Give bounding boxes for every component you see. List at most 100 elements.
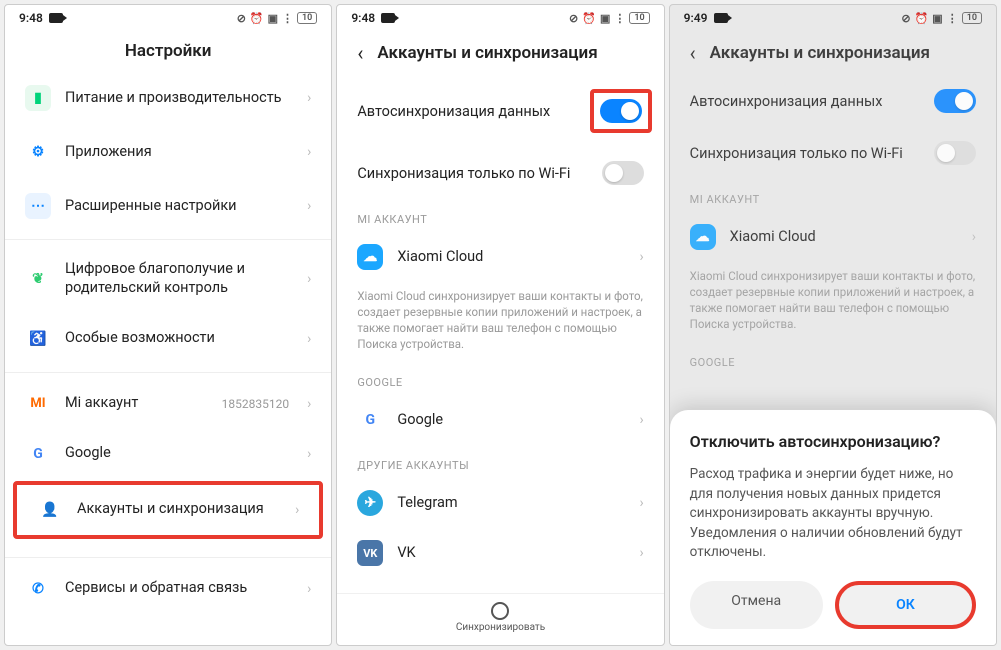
google-icon: G — [357, 407, 383, 433]
page-title: Настройки — [125, 41, 212, 61]
item-label: Особые возможности — [65, 329, 293, 348]
wifi-only-toggle-row: Синхронизация только по Wi-Fi — [670, 127, 996, 179]
status-bar: 9:48 ⊘ ⏰ ▣ ⋮ 10 — [5, 5, 331, 27]
status-time: 9:48 — [351, 11, 375, 25]
settings-list: ▮ Питание и производительность › ⚙ Прило… — [5, 71, 331, 645]
status-bar: 9:49 ⊘ ⏰ ▣ ⋮ 10 — [670, 5, 996, 27]
item-label: Telegram — [397, 494, 625, 513]
settings-item-accessibility[interactable]: ♿ Особые возможности › — [5, 312, 331, 366]
telegram-icon: ✈ — [357, 490, 383, 516]
status-time: 9:49 — [684, 11, 708, 25]
chevron-right-icon: › — [639, 545, 643, 561]
chevron-right-icon: › — [639, 412, 643, 428]
section-header-google: GOOGLE — [337, 362, 663, 395]
cloud-description: Xiaomi Cloud синхронизирует ваши контакт… — [670, 262, 996, 342]
header: ‹ Аккаунты и синхронизация — [670, 27, 996, 75]
wifi-only-toggle-row[interactable]: Синхронизация только по Wi-Fi — [337, 147, 663, 199]
sync-content: Автосинхронизация данных Синхронизация т… — [337, 75, 663, 593]
autosync-toggle — [934, 89, 976, 113]
settings-item-mi-account[interactable]: MI Mi аккаунт 1852835120 › — [5, 379, 331, 429]
chevron-right-icon: › — [295, 502, 299, 518]
section-header-other: ДРУГИЕ АККАУНТЫ — [337, 445, 663, 478]
divider — [5, 239, 331, 240]
modal-body: Расход трафика и энергии будет ниже, но … — [690, 465, 976, 563]
settings-item-feedback[interactable]: ✆ Сервисы и обратная связь › — [5, 564, 331, 614]
item-label: Сервисы и обратная связь — [65, 579, 293, 598]
battery-icon: ▮ — [25, 85, 51, 111]
status-time: 9:48 — [19, 11, 43, 25]
back-button[interactable]: ‹ — [357, 41, 363, 65]
video-icon — [381, 13, 395, 23]
settings-item-google[interactable]: G Google › — [5, 429, 331, 479]
mi-icon: MI — [25, 391, 51, 417]
ok-button[interactable]: ОК — [835, 581, 976, 629]
wifi-icon: ⋮ — [947, 12, 958, 25]
cast-icon: ▣ — [932, 12, 942, 25]
item-label: Xiaomi Cloud — [397, 248, 625, 267]
settings-item-wellbeing[interactable]: ❦ Цифровое благополучие и родительский к… — [5, 246, 331, 312]
cancel-button[interactable]: Отмена — [690, 581, 823, 629]
item-label: Google — [65, 444, 293, 463]
google-account-item[interactable]: G Google › — [337, 395, 663, 445]
wifi-icon: ⋮ — [614, 12, 625, 25]
chevron-right-icon: › — [307, 446, 311, 462]
chevron-right-icon: › — [307, 396, 311, 412]
dnd-icon: ⊘ — [237, 12, 246, 25]
settings-item-accounts-sync[interactable]: 👤 Аккаунты и синхронизация › — [13, 481, 323, 539]
battery-icon: 10 — [962, 12, 982, 24]
divider — [5, 557, 331, 558]
chevron-right-icon: › — [639, 249, 643, 265]
alarm-icon: ⏰ — [250, 12, 264, 25]
chevron-right-icon: › — [972, 229, 976, 245]
xiaomi-cloud-item[interactable]: ☁ Xiaomi Cloud › — [337, 232, 663, 282]
cloud-description: Xiaomi Cloud синхронизирует ваши контакт… — [337, 282, 663, 362]
wifi-only-toggle — [934, 141, 976, 165]
autosync-toggle-row[interactable]: Автосинхронизация данных — [337, 75, 663, 147]
footer-label: Синхронизировать — [456, 622, 545, 633]
feedback-icon: ✆ — [25, 576, 51, 602]
gear-icon: ⚙ — [25, 139, 51, 165]
battery-icon: 10 — [297, 12, 317, 24]
back-button[interactable]: ‹ — [690, 41, 696, 65]
toggle-label: Автосинхронизация данных — [690, 93, 883, 110]
xiaomi-cloud-item: ☁ Xiaomi Cloud › — [670, 212, 996, 262]
status-icons: ⊘ ⏰ ▣ ⋮ 10 — [901, 12, 982, 25]
settings-item-advanced[interactable]: ⋯ Расширенные настройки › — [5, 179, 331, 233]
wifi-only-toggle[interactable] — [602, 161, 644, 185]
divider — [5, 372, 331, 373]
cast-icon: ▣ — [268, 12, 278, 25]
cloud-icon: ☁ — [357, 244, 383, 270]
vk-account-item[interactable]: VK VK › — [337, 528, 663, 570]
autosync-toggle-row: Автосинхронизация данных — [670, 75, 996, 127]
cast-icon: ▣ — [600, 12, 610, 25]
dnd-icon: ⊘ — [569, 12, 578, 25]
header: Настройки — [5, 27, 331, 71]
accessibility-icon: ♿ — [25, 326, 51, 352]
video-icon — [714, 13, 728, 23]
toggle-label: Синхронизация только по Wi-Fi — [690, 145, 903, 162]
sync-icon — [491, 602, 509, 620]
chevron-right-icon: › — [307, 581, 311, 597]
chevron-right-icon: › — [307, 331, 311, 347]
settings-item-power[interactable]: ▮ Питание и производительность › — [5, 71, 331, 125]
alarm-icon: ⏰ — [582, 12, 596, 25]
autosync-toggle[interactable] — [600, 99, 642, 123]
modal-title: Отключить автосинхронизацию? — [690, 432, 976, 451]
settings-item-apps[interactable]: ⚙ Приложения › — [5, 125, 331, 179]
toggle-label: Автосинхронизация данных — [357, 103, 550, 120]
wifi-icon: ⋮ — [282, 12, 293, 25]
item-label: Питание и производительность — [65, 89, 293, 108]
telegram-account-item[interactable]: ✈ Telegram › — [337, 478, 663, 528]
item-label: Google — [397, 411, 625, 430]
section-header-mi: MI АККАУНТ — [337, 199, 663, 232]
chevron-right-icon: › — [307, 198, 311, 214]
video-icon — [49, 13, 63, 23]
cloud-icon: ☁ — [690, 224, 716, 250]
dots-icon: ⋯ — [25, 193, 51, 219]
sync-footer[interactable]: Синхронизировать — [337, 593, 663, 645]
status-icons: ⊘ ⏰ ▣ ⋮ 10 — [237, 12, 318, 25]
mi-account-id: 1852835120 — [222, 397, 289, 411]
chevron-right-icon: › — [639, 495, 643, 511]
chevron-right-icon: › — [307, 144, 311, 160]
disable-autosync-modal: Отключить автосинхронизацию? Расход траф… — [670, 410, 996, 645]
